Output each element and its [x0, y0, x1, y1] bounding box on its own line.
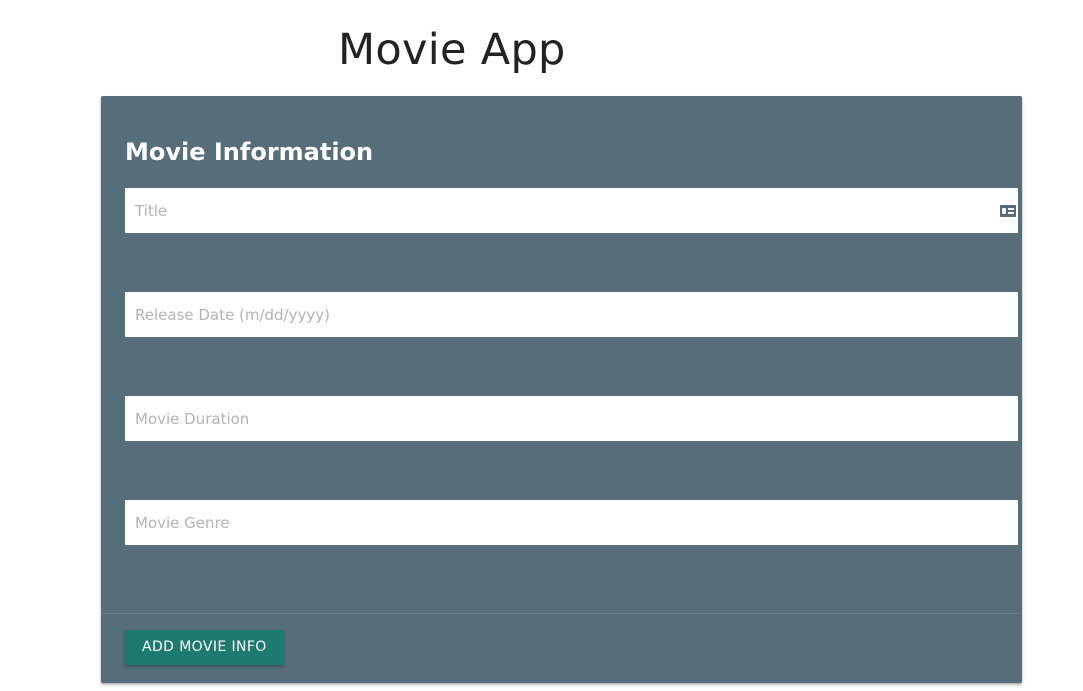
release-date-field — [125, 292, 1018, 337]
duration-field — [125, 396, 1018, 441]
title-input[interactable] — [125, 188, 1018, 233]
id-card-icon — [1000, 205, 1016, 217]
genre-field — [125, 500, 1018, 545]
card-actions-divider — [101, 613, 1022, 614]
release-date-input[interactable] — [125, 292, 1018, 337]
page: Movie App Movie Information ADD MOVIE IN… — [0, 0, 1083, 691]
title-field — [125, 188, 1018, 233]
card-title: Movie Information — [125, 138, 374, 166]
genre-input[interactable] — [125, 500, 1018, 545]
page-title: Movie App — [338, 25, 566, 75]
add-movie-info-button[interactable]: ADD MOVIE INFO — [125, 630, 284, 665]
duration-input[interactable] — [125, 396, 1018, 441]
movie-info-card: Movie Information ADD MOVIE INFO — [101, 96, 1022, 683]
